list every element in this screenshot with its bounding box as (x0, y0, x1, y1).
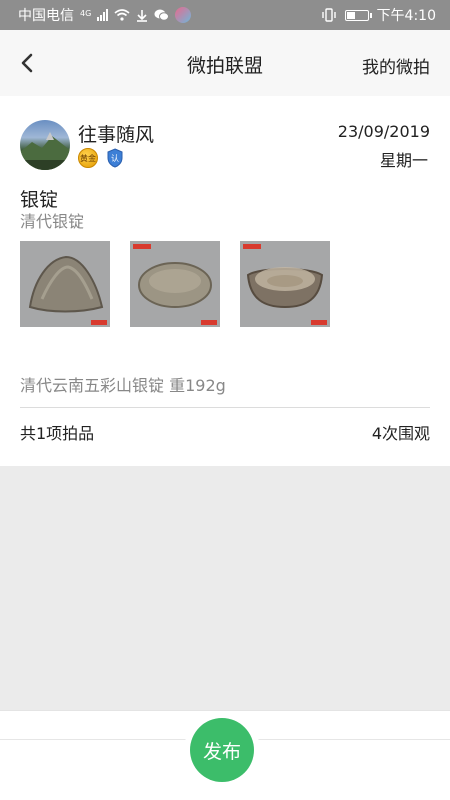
user-avatar[interactable] (20, 120, 70, 170)
chevron-left-icon (21, 53, 33, 73)
photo-gallery (20, 241, 330, 327)
watermark-logo (243, 244, 261, 249)
watermark-logo (91, 320, 107, 325)
battery-icon (344, 9, 372, 21)
gold-member-badge-icon: 黄金 (78, 148, 98, 168)
back-button[interactable] (14, 48, 44, 78)
nav-bar: 微拍联盟 我的微拍 (0, 30, 450, 96)
network-label: 4G (80, 9, 92, 18)
carrier-label: 中国电信 (18, 8, 74, 24)
user-badges: 黄金 认 (78, 148, 124, 168)
item-description: 清代云南五彩山银锭 重192g (20, 376, 226, 395)
post-card[interactable]: 往事随风 黄金 认 23/09/2019 星期一 银锭 清代银锭 清代云南五彩山… (0, 96, 450, 466)
post-weekday: 星期一 (379, 151, 428, 170)
ingot-photo-3[interactable] (240, 241, 330, 327)
app-icon (175, 7, 192, 23)
status-bar: 中国电信 4G 下午4:10 (0, 0, 450, 30)
publish-button[interactable]: 发布 (190, 718, 254, 782)
download-icon (137, 9, 148, 22)
ingot-photo-1[interactable] (20, 241, 110, 327)
watermark-logo (201, 320, 217, 325)
item-subtitle: 清代银锭 (20, 212, 85, 231)
status-time: 下午4:10 (376, 8, 436, 24)
wifi-icon (114, 9, 130, 21)
post-date: 23/09/2019 (337, 122, 430, 141)
item-count: 共1项拍品 (20, 424, 95, 443)
vibrate-icon (321, 8, 336, 22)
svg-text:认: 认 (111, 153, 119, 163)
verified-shield-icon: 认 (107, 148, 123, 168)
view-count: 4次围观 (371, 424, 430, 443)
my-auction-link[interactable]: 我的微拍 (362, 53, 430, 78)
watermark-logo (311, 320, 327, 325)
divider (20, 407, 430, 408)
wechat-icon (154, 9, 170, 21)
watermark-logo (133, 244, 151, 249)
username[interactable]: 往事随风 (78, 120, 154, 147)
ingot-photo-2[interactable] (130, 241, 220, 327)
signal-icon (97, 9, 109, 21)
